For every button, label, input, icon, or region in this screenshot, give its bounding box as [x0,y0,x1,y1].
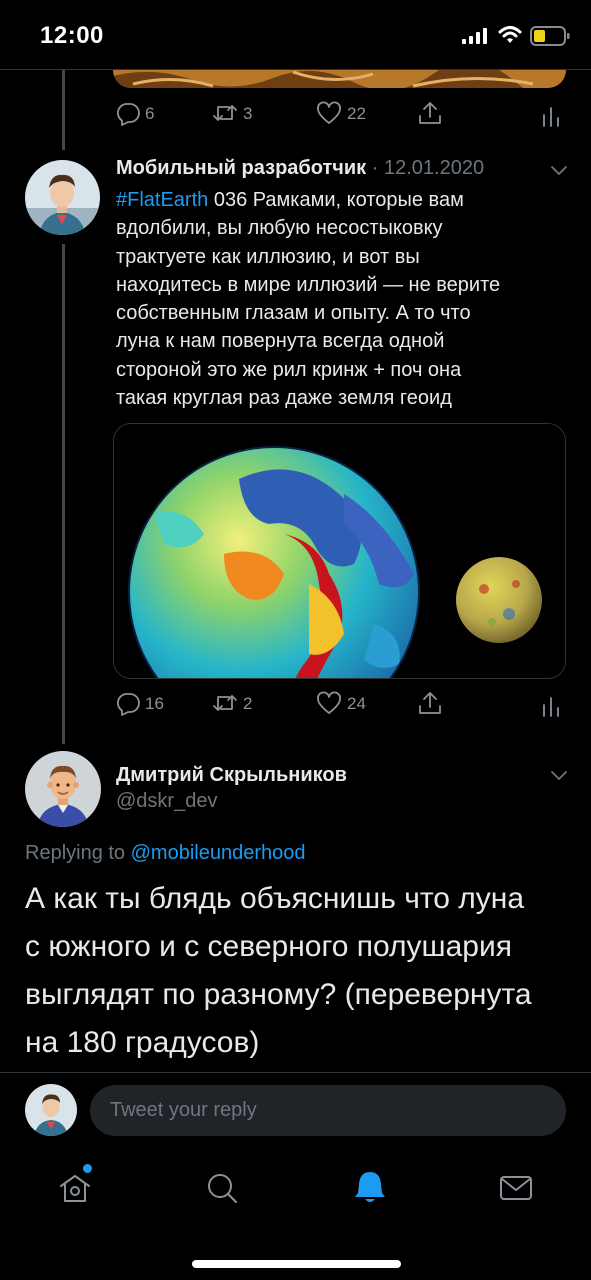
cellular-signal-icon [462,28,487,44]
messages-icon[interactable] [498,1170,534,1206]
retweet-count: 2 [243,694,253,713]
retweet-icon[interactable] [212,690,238,716]
composer-divider [0,1072,591,1073]
earth-moon-image [114,424,565,678]
like-count: 24 [347,694,366,713]
my-avatar[interactable] [25,1084,77,1136]
analytics-icon[interactable] [538,692,564,718]
author-avatar[interactable] [25,160,100,235]
reply-input[interactable]: Tweet your reply [90,1085,566,1136]
author-avatar-art [25,160,100,235]
reply-author-handle[interactable]: @dskr_dev [116,790,217,813]
notifications-icon[interactable] [351,1168,389,1206]
author-name[interactable]: Мобильный разработчик [116,157,366,179]
status-time: 12:00 [40,22,104,49]
reply-body: А как ты блядь объяснишь что луна с южно… [25,882,532,1059]
wifi-icon [498,26,522,43]
reply-author-name[interactable]: Дмитрий Скрыльников [116,764,347,787]
replying-to-label: Replying to [25,842,131,864]
previous-tweet-image[interactable] [113,70,566,88]
reply-author-avatar-art [25,751,101,827]
replying-to-handle[interactable]: @mobileunderhood [131,842,306,864]
tweet-text-rest: вдолбили, вы любую несостыковку трактует… [116,217,501,410]
tweet-text-line1: 036 Рамками, которые вам [208,189,464,211]
home-notification-dot [83,1164,92,1173]
home-indicator[interactable] [192,1260,401,1268]
reply-author-avatar[interactable] [25,751,101,827]
like-count: 22 [347,104,366,123]
header-separator: · [366,157,384,179]
share-icon[interactable] [417,690,443,716]
hashtag-link[interactable]: #FlatEarth [116,189,208,211]
battery-icon [530,26,570,46]
home-icon[interactable] [57,1170,93,1206]
analytics-icon[interactable] [538,102,564,128]
reply-icon[interactable] [115,100,141,126]
tweet-body: #FlatEarth 036 Рамками, которые вам вдол… [116,186,566,412]
previous-tweet-image-art [113,70,566,88]
tweet-date[interactable]: 12.01.2020 [384,157,484,179]
like-icon[interactable] [316,100,342,126]
reply-input-placeholder: Tweet your reply [110,1099,257,1121]
retweet-count: 3 [243,104,253,123]
chevron-down-icon[interactable] [549,768,569,782]
search-icon[interactable] [204,1170,240,1206]
reply-count: 6 [145,104,155,123]
reply-count: 16 [145,694,164,713]
tweet-header: Мобильный разработчик · 12.01.2020 [116,157,484,180]
thread-line-middle [62,244,65,744]
my-avatar-art [25,1084,77,1136]
chevron-down-icon[interactable] [549,163,569,177]
thread-line-top [62,70,65,150]
share-icon[interactable] [417,100,443,126]
retweet-icon[interactable] [212,100,238,126]
tweet-media[interactable] [113,423,566,679]
reply-icon[interactable] [115,690,141,716]
replying-to: Replying to @mobileunderhood [25,842,306,865]
like-icon[interactable] [316,690,342,716]
